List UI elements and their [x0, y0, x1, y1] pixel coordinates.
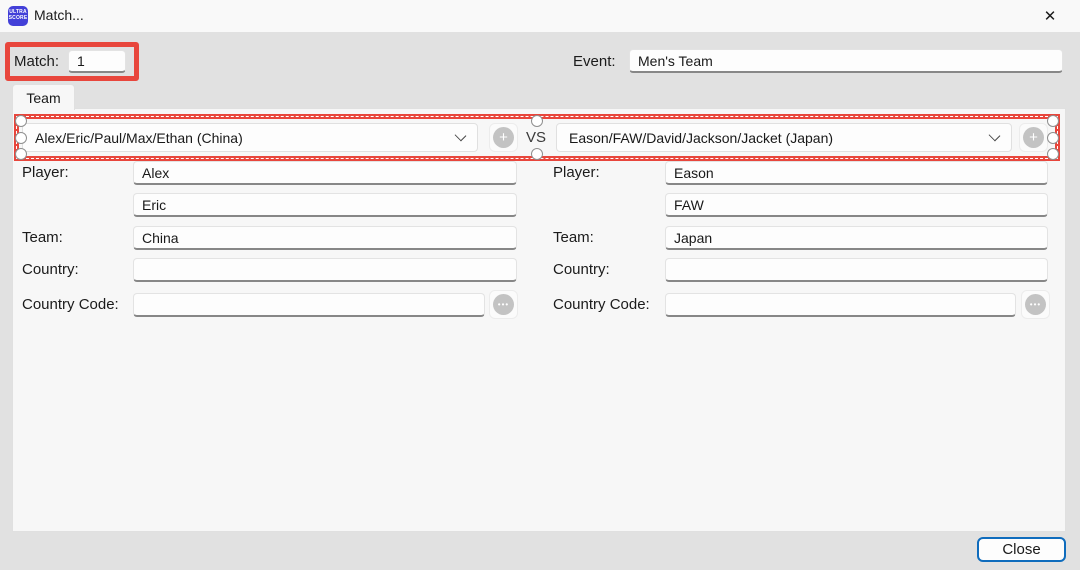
selection-handle[interactable]: [1047, 132, 1059, 144]
window-title: Match...: [34, 7, 84, 23]
add-icon: +: [493, 127, 514, 148]
team-b-team-label: Team:: [553, 229, 594, 246]
team-b-player-label: Player:: [553, 164, 600, 181]
event-label: Event:: [573, 53, 616, 70]
app-logo-icon: ULTRA SCORE: [8, 6, 28, 26]
add-icon: +: [1023, 127, 1044, 148]
close-icon: ✕: [1044, 7, 1057, 25]
team-a-dropdown-value: Alex/Eric/Paul/Max/Ethan (China): [35, 130, 243, 146]
team-b-country-code-browse-button[interactable]: •••: [1021, 290, 1050, 319]
match-label: Match:: [14, 53, 59, 70]
team-a-country-code-input[interactable]: [133, 293, 485, 317]
team-a-team-label: Team:: [22, 229, 63, 246]
more-icon: •••: [1025, 294, 1046, 315]
tab-team-label: Team: [26, 90, 60, 106]
team-b-dropdown-value: Eason/FAW/David/Jackson/Jacket (Japan): [569, 130, 833, 146]
window-close-button[interactable]: ✕: [1036, 5, 1064, 27]
vs-label: VS: [526, 129, 546, 146]
team-b-country-code-label: Country Code:: [553, 296, 650, 313]
team-b-add-button[interactable]: +: [1019, 123, 1048, 152]
team-b-dropdown[interactable]: Eason/FAW/David/Jackson/Jacket (Japan): [556, 123, 1012, 152]
team-a-player-label: Player:: [22, 164, 69, 181]
selection-handle[interactable]: [15, 132, 27, 144]
chevron-down-icon: [989, 130, 1001, 142]
team-b-team-input[interactable]: [665, 226, 1048, 250]
event-input[interactable]: [629, 49, 1063, 73]
chevron-down-icon: [455, 130, 467, 142]
selection-handle[interactable]: [1047, 115, 1059, 127]
team-a-player2-input[interactable]: [133, 193, 517, 217]
team-a-country-label: Country:: [22, 261, 79, 278]
tab-team[interactable]: Team: [12, 84, 75, 110]
team-a-dropdown[interactable]: Alex/Eric/Paul/Max/Ethan (China): [22, 123, 478, 152]
team-a-country-input[interactable]: [133, 258, 517, 282]
selection-handle[interactable]: [531, 148, 543, 160]
match-number-input[interactable]: [68, 50, 126, 73]
selection-handle[interactable]: [15, 115, 27, 127]
selection-handle[interactable]: [531, 115, 543, 127]
title-bar: ULTRA SCORE Match... ✕: [0, 0, 1080, 32]
team-b-country-label: Country:: [553, 261, 610, 278]
team-a-country-code-browse-button[interactable]: •••: [489, 290, 518, 319]
team-b-country-input[interactable]: [665, 258, 1048, 282]
more-icon: •••: [493, 294, 514, 315]
selection-handle[interactable]: [15, 148, 27, 160]
close-button[interactable]: Close: [977, 537, 1066, 562]
team-b-country-code-input[interactable]: [665, 293, 1016, 317]
team-a-country-code-label: Country Code:: [22, 296, 119, 313]
app-logo-text-bottom: SCORE: [9, 16, 28, 22]
team-b-player1-input[interactable]: [665, 161, 1048, 185]
close-button-label: Close: [1002, 541, 1040, 558]
selection-handle[interactable]: [1047, 148, 1059, 160]
team-a-team-input[interactable]: [133, 226, 517, 250]
team-a-add-button[interactable]: +: [489, 123, 518, 152]
team-b-player2-input[interactable]: [665, 193, 1048, 217]
team-a-player1-input[interactable]: [133, 161, 517, 185]
